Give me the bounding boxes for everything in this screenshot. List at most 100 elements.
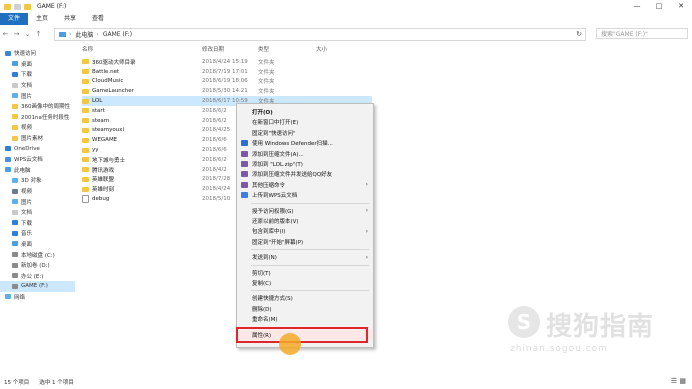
sidebar-item[interactable]: 本地磁盘 (C:) — [0, 249, 75, 260]
maximize-button[interactable]: □ — [648, 0, 670, 13]
navigation-pane: 快速访问 桌面 下载 文档 图片 360画像中的周期性 2001na任务时段性 视频 图片素材 O… — [0, 48, 75, 366]
tab-view[interactable]: 查看 — [84, 13, 112, 25]
sidebar-item[interactable]: 快速访问 — [0, 48, 75, 59]
sidebar-item[interactable]: 文档 — [0, 80, 75, 91]
file-name: CloudMusic — [92, 78, 124, 85]
menu-item-label: 使用 Windows Defender扫描... — [252, 141, 333, 148]
file-name: steamyouxi — [92, 127, 125, 134]
refresh-icon[interactable]: ↻ — [576, 30, 582, 38]
menu-item[interactable]: 打开(O) — [237, 107, 373, 117]
tab-file[interactable]: 文件 — [0, 13, 29, 25]
file-date: 2018/7/28 — [202, 176, 231, 183]
menu-item-label: 还原以前的版本(V) — [252, 219, 299, 225]
properties-icon[interactable] — [14, 3, 21, 10]
menu-item[interactable]: 上传到WPS云文档 — [237, 190, 373, 200]
view-toggle[interactable]: ☰ ▦ — [671, 377, 686, 385]
file-row[interactable]: CloudMusic 2018/6/19 18:06 文件夹 — [82, 77, 382, 87]
sidebar-item[interactable]: 360画像中的周期性 — [0, 101, 75, 112]
column-header-type[interactable]: 类型 — [258, 45, 269, 53]
breadcrumb-game-drive[interactable]: GAME (F:) — [103, 31, 132, 38]
column-header-date[interactable]: 修改日期 — [202, 45, 224, 53]
sidebar-item[interactable]: 音乐 — [0, 228, 75, 239]
properties-highlight-box — [236, 327, 368, 343]
file-name: 地下城与勇士 — [92, 157, 126, 164]
sidebar-item[interactable]: 文档 — [0, 207, 75, 218]
sidebar-item-icon — [12, 114, 18, 120]
file-row[interactable]: Battle.net 2018/7/19 17:01 文件夹 — [82, 67, 382, 77]
sidebar-item-icon — [12, 135, 18, 141]
menu-item[interactable]: 添加到 "LOL.zip"(T) — [237, 159, 373, 169]
menu-item[interactable]: 固定到"快速访问" — [237, 128, 373, 138]
menu-item[interactable]: 固定到"开始"屏幕(P) — [237, 237, 373, 247]
column-header-name[interactable]: 名称 — [82, 45, 93, 53]
menu-item[interactable]: 使用 Windows Defender扫描... — [237, 138, 373, 148]
menu-item[interactable]: 剪切(T) — [237, 268, 373, 278]
sidebar-item[interactable]: 下载 — [0, 69, 75, 80]
sidebar-item[interactable]: 视频 — [0, 186, 75, 197]
sidebar-item[interactable]: 图片素材 — [0, 133, 75, 144]
submenu-arrow-icon: › — [365, 227, 368, 235]
sidebar-item[interactable]: 图片 — [0, 196, 75, 207]
menu-item[interactable]: 删除(D) — [237, 304, 373, 314]
file-date: 2018/6/2 — [202, 156, 227, 163]
sidebar-item-label: OneDrive — [14, 145, 40, 152]
context-menu: 打开(O) 在新窗口中打开(E) 固定到"快速访问" 使用 Windows Defen… — [236, 103, 374, 348]
menu-item[interactable]: 授予访问权限(G) › — [237, 206, 373, 216]
sidebar-item[interactable]: WPS云文档 — [0, 154, 75, 165]
menu-item[interactable]: 添加到压缩文件并发送给QQ好友 — [237, 169, 373, 179]
search-input[interactable]: 搜索"GAME (F:)" — [596, 28, 688, 39]
menu-item[interactable]: 其他压缩命令 › — [237, 180, 373, 190]
new-folder-icon[interactable] — [24, 3, 31, 10]
sidebar-item[interactable]: OneDrive — [0, 143, 75, 154]
menu-item[interactable]: 复制(C) — [237, 278, 373, 288]
status-bar: 15 个项目 选中 1 个项目 — [4, 378, 74, 386]
menu-item[interactable]: 还原以前的版本(V) — [237, 216, 373, 226]
menu-item-label: 其他压缩命令 — [252, 182, 286, 189]
sidebar-item[interactable]: 2001na任务时段性 — [0, 112, 75, 123]
minimize-button[interactable]: — — [626, 0, 648, 13]
column-header-size[interactable]: 大小 — [316, 45, 327, 53]
sidebar-item-label: 360画像中的周期性 — [21, 104, 70, 111]
folder-icon — [4, 3, 11, 10]
tab-home[interactable]: 主页 — [28, 13, 56, 25]
menu-item-label: 剪切(T) — [252, 270, 271, 277]
menu-item[interactable]: 重命名(M) — [237, 314, 373, 324]
pc-icon — [59, 32, 66, 37]
sidebar-item[interactable]: 新加卷 (D:) — [0, 260, 75, 271]
sidebar-item[interactable]: 网络 — [0, 292, 75, 303]
breadcrumb-this-pc[interactable]: 此电脑 — [75, 30, 93, 39]
menu-item[interactable]: 发送到(N) › — [237, 252, 373, 262]
menu-item[interactable]: 包含到库中(I) › — [237, 226, 373, 236]
close-button[interactable]: ✕ — [670, 0, 692, 13]
sidebar-item[interactable]: GAME (F:) — [0, 281, 75, 292]
sidebar-item[interactable]: 办公 (E:) — [0, 270, 75, 281]
address-bar[interactable]: › 此电脑 › GAME (F:) ↻ — [54, 28, 586, 41]
sidebar-item[interactable]: 此电脑 — [0, 165, 75, 176]
sidebar-item[interactable]: 桌面 — [0, 59, 75, 70]
sidebar-item-icon — [12, 273, 18, 279]
menu-item[interactable]: 创建快捷方式(S) — [237, 293, 373, 303]
sidebar-item[interactable]: 下载 — [0, 218, 75, 229]
file-date: 2018/6/2 — [202, 107, 227, 114]
sidebar-item-label: 新加卷 (D:) — [21, 263, 50, 270]
details-view-icon[interactable]: ☰ — [671, 377, 677, 385]
sidebar-item-icon — [5, 146, 11, 152]
sidebar-item-icon — [12, 103, 18, 109]
menu-item[interactable]: 在新窗口中打开(E) — [237, 117, 373, 127]
menu-item[interactable]: 添加到压缩文件(A)... — [237, 149, 373, 159]
tab-share[interactable]: 共享 — [56, 13, 84, 25]
large-icons-view-icon[interactable]: ▦ — [679, 377, 686, 385]
sidebar-item[interactable]: 视频 — [0, 122, 75, 133]
recent-dropdown-icon[interactable]: ⌄ — [22, 30, 33, 38]
file-row[interactable]: GameLauncher 2018/5/30 14:21 文件夹 — [82, 86, 382, 96]
sidebar-item[interactable]: 3D 对象 — [0, 175, 75, 186]
back-arrow-icon[interactable]: ← — [0, 30, 11, 38]
sidebar-item-label: 本地磁盘 (C:) — [21, 252, 55, 259]
sidebar-item[interactable]: 图片 — [0, 90, 75, 101]
up-arrow-icon[interactable]: ↑ — [33, 30, 44, 38]
sidebar-item[interactable]: 桌面 — [0, 239, 75, 250]
forward-arrow-icon[interactable]: → — [11, 30, 22, 38]
file-row[interactable]: 360驱动大师目录 2018/4/24 15:19 文件夹 — [82, 57, 382, 67]
sidebar-item-icon — [12, 209, 18, 215]
file-type: 文件夹 — [258, 69, 275, 76]
